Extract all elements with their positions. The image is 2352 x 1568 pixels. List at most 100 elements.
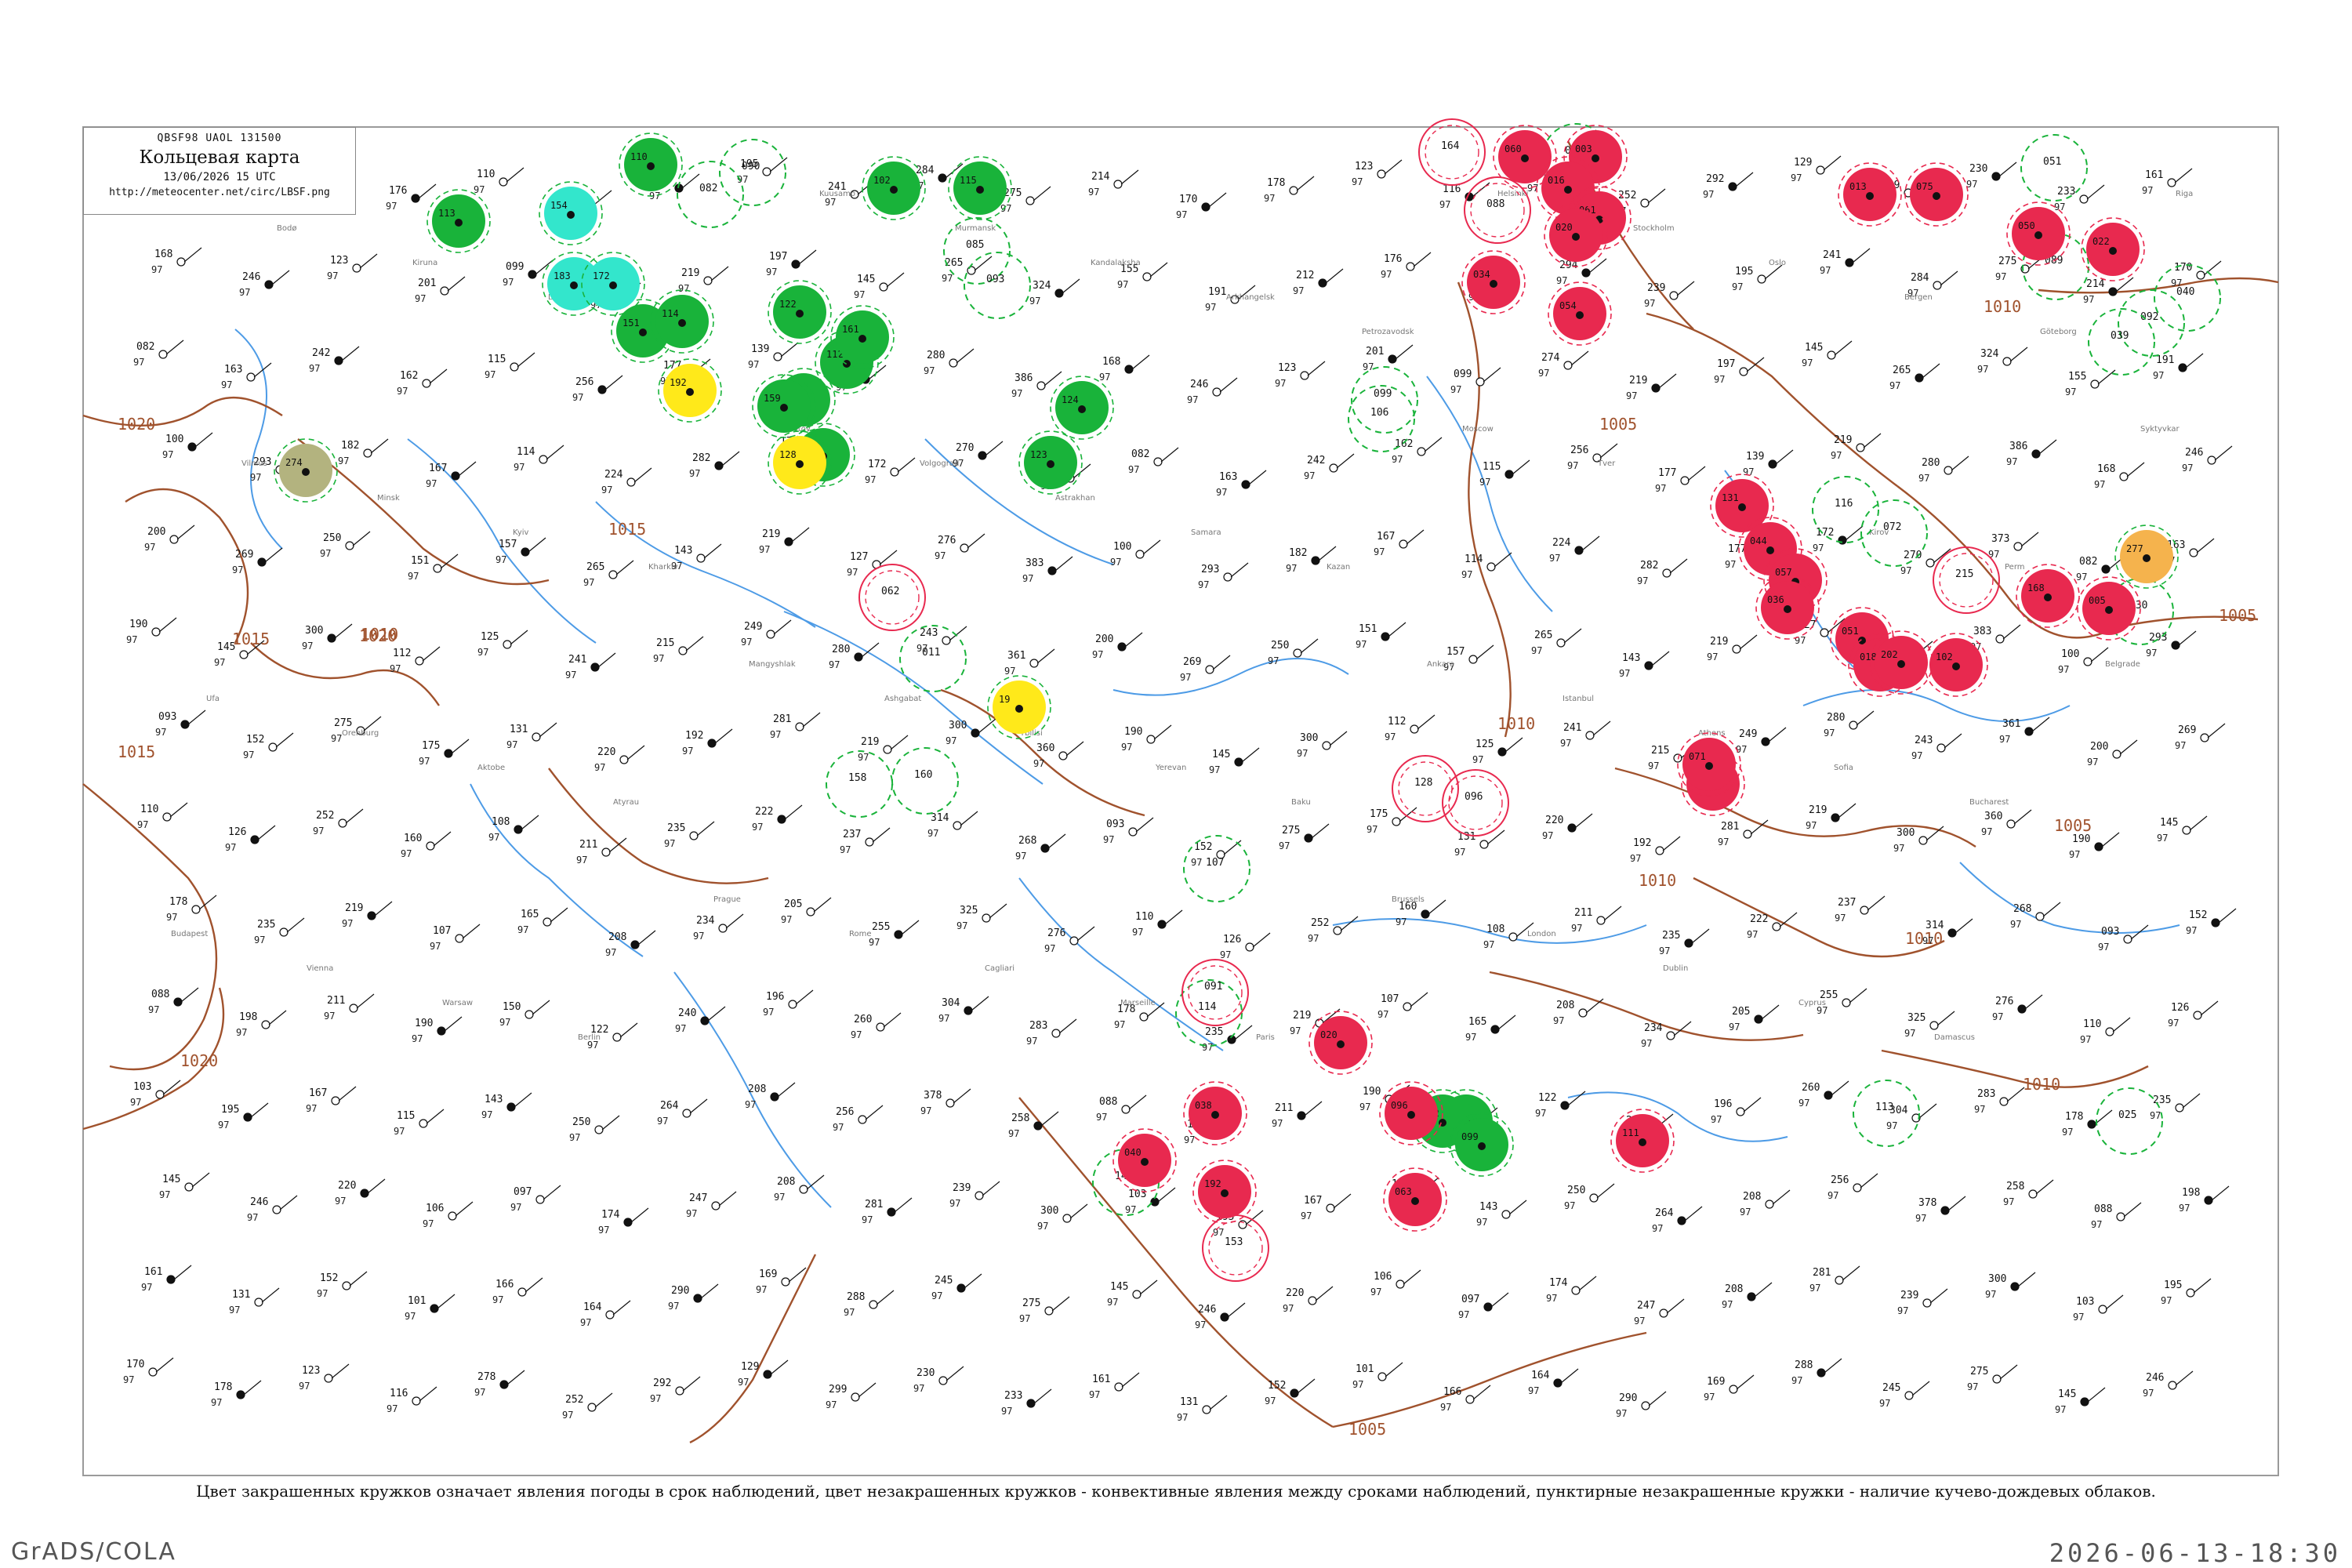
wind-barb [1867,895,1886,911]
station-ring [719,139,786,206]
station-pressure: 224 [604,469,623,481]
station-marker [1308,1296,1317,1305]
station-temp: 97 [1290,1025,1301,1036]
station-pressure: 201 [1366,346,1384,358]
station-temp: 97 [1367,824,1377,835]
wind-barb [2038,439,2057,455]
station-pressure: 164 [1531,1370,1550,1381]
station-temp: 97 [1029,296,1040,307]
station-name: Baku [1291,798,1311,807]
station-temp: 97 [408,571,419,582]
station-temp: 97 [572,392,583,403]
station-temp: 97 [1026,1036,1037,1047]
station-pressure: 282 [692,452,710,464]
wind-barb [1128,1094,1147,1110]
station-temp: 97 [2080,1034,2091,1045]
station-temp: 97 [1352,1379,1363,1390]
station-pressure: 145 [1805,342,1823,354]
station-marker [1300,371,1309,380]
wind-barb [1076,926,1095,942]
station-marker [1135,550,1145,559]
station-name: Cagliari [985,964,1014,973]
station-marker [451,471,460,481]
station-marker [1124,365,1134,374]
station-pressure: 166 [1443,1386,1461,1398]
station-marker [302,468,310,476]
station-value: 005 [2089,595,2106,606]
wind-barb [506,1370,525,1385]
station-temp: 97 [598,1225,609,1236]
station-pressure: 252 [565,1394,583,1406]
station-marker [766,630,775,639]
station-name: Rome [849,930,872,938]
station-temp: 97 [1117,279,1128,290]
isobar-label: 1005 [1599,415,1637,434]
station-pressure: 197 [769,251,787,263]
station-pressure: 114 [1465,554,1483,565]
station-marker [626,477,636,487]
wind-barb [1040,1111,1059,1127]
wind-barb [2002,624,2021,640]
station-marker [978,451,987,460]
station-temp: 97 [313,826,324,837]
station-pressure: 126 [228,826,246,838]
station-pressure: 100 [2061,648,2079,660]
station-pressure: 208 [1556,1000,1574,1011]
station-pressure: 131 [232,1289,250,1301]
wind-barb [1651,651,1670,666]
station-temp: 97 [423,1218,434,1229]
station-pressure: 242 [1307,455,1325,466]
wind-barb [1574,813,1593,829]
wind-barb [1842,1265,1860,1281]
station-temp: 97 [2143,1388,2154,1399]
wind-barb [1508,1200,1527,1215]
station-pressure: 208 [748,1083,766,1095]
station-pressure: 292 [653,1377,671,1389]
station-value: 093 [986,274,1004,285]
wind-barb [791,527,810,543]
station-temp: 97 [1655,483,1666,494]
wind-barb [367,1178,386,1194]
station-temp: 97 [1922,935,1933,946]
station-marker [1047,460,1054,468]
station-value: 016 [1548,175,1565,186]
wind-barb [2189,815,2208,831]
station-temp: 97 [324,1011,335,1022]
wind-barb [1772,1189,1791,1205]
station-pressure: 178 [169,896,187,908]
station-pressure: 219 [1629,375,1647,387]
station-pressure: 276 [1995,996,2013,1007]
station-marker [444,749,453,758]
station-marker [1666,1031,1675,1040]
station-value: 183 [554,270,571,281]
station-pressure: 235 [2153,1094,2171,1106]
station-temp: 97 [338,456,349,466]
wind-barb [886,272,905,288]
station-pressure: 177 [1728,543,1746,555]
station-temp: 97 [331,733,342,744]
station-marker [1406,262,1415,271]
wind-barb [2207,723,2226,739]
station-temp: 97 [335,1196,346,1207]
station-name: Riga [2176,190,2193,198]
station-temp: 97 [1268,655,1279,666]
wind-barb [1863,433,1882,448]
station-temp: 97 [1279,840,1290,851]
wind-barb [967,533,985,549]
station-pressure: 235 [257,919,275,931]
station-pressure: 220 [597,746,615,758]
wind-barb [546,445,564,460]
station-marker [1991,172,2001,181]
station-pressure: 152 [1268,1380,1286,1392]
station-temp: 97 [2083,294,2094,305]
station-marker [2087,1120,2096,1129]
station-value: 011 [922,647,940,659]
station-pressure: 166 [495,1279,514,1290]
station-temp: 97 [858,752,869,763]
station-pressure: 276 [938,535,956,546]
station-pressure: 269 [1183,656,1201,668]
wind-barb [1252,932,1271,948]
station-marker [1596,916,1606,925]
station-pressure: 215 [656,637,674,649]
station-temp: 97 [1904,1028,1915,1039]
